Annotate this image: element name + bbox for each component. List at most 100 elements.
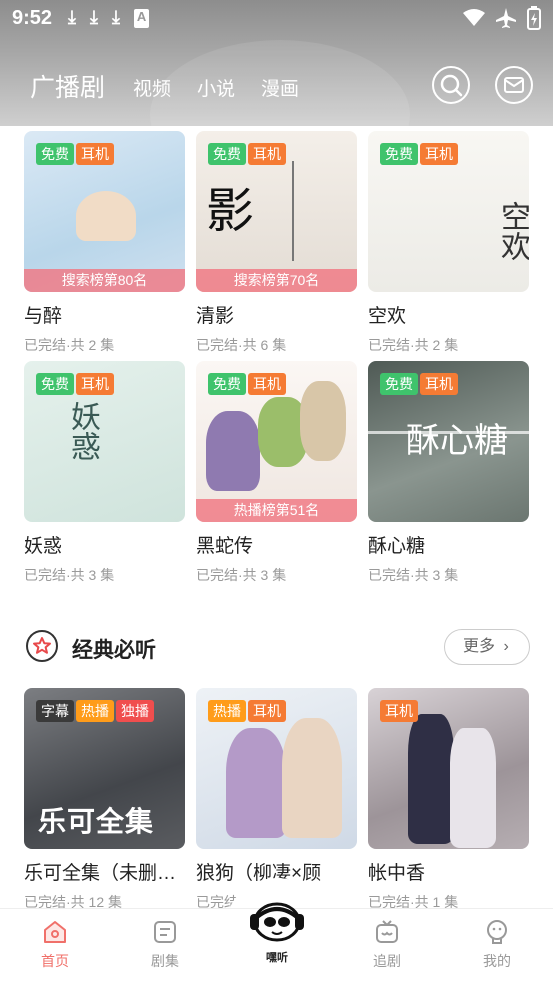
more-label: 更多 xyxy=(463,638,496,655)
section-classics: 经典必听 更多 › xyxy=(24,626,530,668)
tab-video[interactable]: 视频 xyxy=(133,74,171,101)
download-icon: ⤓ xyxy=(89,7,98,27)
tab-comic[interactable]: 漫画 xyxy=(261,74,299,101)
top-nav: 广播剧 视频 小说 漫画 xyxy=(0,60,553,114)
bottom-tab-label: 首页 xyxy=(41,953,69,969)
header: 9:52 ⤓ ⤓ ⤓ A 广播剧 视频 小说 漫画 xyxy=(0,0,553,126)
battery-icon xyxy=(527,6,541,30)
drama-status: 已完结·共 3 集 xyxy=(368,567,459,583)
drama-title: 乐可全集（未删减） xyxy=(24,863,185,884)
drama-cover[interactable]: 免费 耳机 搜索榜第80名 xyxy=(24,131,185,292)
tag-hot: 热播 xyxy=(76,700,114,722)
download-icon: ⤓ xyxy=(111,7,120,27)
drama-title: 与醉 xyxy=(24,306,63,327)
drama-status: 已完结·共 2 集 xyxy=(24,337,115,353)
tab-radio-drama[interactable]: 广播剧 xyxy=(30,68,105,104)
drama-card[interactable]: 免费 耳机 搜索榜第80名 与醉 已完结·共 2 集 xyxy=(24,131,185,355)
airplane-icon xyxy=(496,8,516,28)
center-mascot-button[interactable]: 嘿听 xyxy=(246,896,308,968)
wifi-icon xyxy=(463,9,485,26)
drama-cover[interactable]: 耳机 xyxy=(368,688,529,849)
drama-title: 帐中香 xyxy=(368,863,426,884)
drama-status: 已完结·共 6 集 xyxy=(196,337,287,353)
bottom-tab-label: 剧集 xyxy=(151,953,179,969)
drama-card[interactable]: 影 免费 耳机 搜索榜第70名 清影 已完结·共 6 集 xyxy=(196,131,357,355)
mascot-label: 嘿听 xyxy=(266,952,288,964)
message-button[interactable] xyxy=(495,66,533,104)
tag-headphone: 耳机 xyxy=(380,700,418,722)
drama-cover[interactable]: 影 免费 耳机 搜索榜第70名 xyxy=(196,131,357,292)
drama-card[interactable]: 妖惑 免费 耳机 妖惑 已完结·共 3 集 xyxy=(24,361,185,585)
drama-title: 清影 xyxy=(196,306,235,327)
bottom-tab-following[interactable]: 追剧 xyxy=(357,919,417,971)
drama-status: 已完结·共 3 集 xyxy=(24,567,115,583)
search-icon xyxy=(440,74,463,97)
drama-cover[interactable]: 酥心糖 免费 耳机 xyxy=(368,361,529,522)
bottom-tab-profile[interactable]: 我的 xyxy=(467,919,527,971)
character-illustration xyxy=(408,714,454,844)
drama-cover[interactable]: 热播 耳机 xyxy=(196,688,357,849)
drama-cover[interactable]: 妖惑 免费 耳机 xyxy=(24,361,185,522)
drama-cover[interactable]: 空欢 免费 耳机 xyxy=(368,131,529,292)
rank-badge: 热播榜第51名 xyxy=(196,499,357,522)
a-icon: A xyxy=(133,9,150,28)
calligraphy-art: 酥心糖 xyxy=(406,421,508,461)
search-button[interactable] xyxy=(432,66,470,104)
tag-free: 免费 xyxy=(208,143,246,165)
tag-headphone: 耳机 xyxy=(76,373,114,395)
tag-headphone: 耳机 xyxy=(420,143,458,165)
bottom-tab-home[interactable]: 首页 xyxy=(25,919,85,971)
profile-icon xyxy=(487,920,507,944)
rank-badge: 搜索榜第70名 xyxy=(196,269,357,292)
calligraphy-art: 空欢 xyxy=(495,201,529,261)
bottom-tab-episodes[interactable]: 剧集 xyxy=(135,919,195,971)
section-title: 经典必听 xyxy=(72,639,156,662)
tag-headphone: 耳机 xyxy=(248,373,286,395)
more-button[interactable]: 更多 › xyxy=(444,629,530,665)
cake-illustration xyxy=(76,191,136,241)
tag-exclusive: 独播 xyxy=(116,700,154,722)
character-illustration xyxy=(226,728,286,838)
character-illustration xyxy=(300,381,346,461)
list-icon xyxy=(154,921,176,943)
tag-free: 免费 xyxy=(380,373,418,395)
mail-icon xyxy=(504,77,524,93)
drama-card[interactable]: 免费 耳机 热播榜第51名 黑蛇传 已完结·共 3 集 xyxy=(196,361,357,585)
rank-badge: 搜索榜第80名 xyxy=(24,269,185,292)
cover-title: 乐可全集 xyxy=(38,806,155,837)
drama-card[interactable]: 耳机 帐中香 已完结·共 1 集 xyxy=(368,688,529,912)
drama-cover[interactable]: 免费 耳机 热播榜第51名 xyxy=(196,361,357,522)
character-illustration xyxy=(450,728,496,848)
bottom-tab-label: 追剧 xyxy=(373,953,401,969)
drama-title: 黑蛇传 xyxy=(196,536,254,557)
drama-title: 酥心糖 xyxy=(368,536,426,557)
mascot-headphone-icon xyxy=(250,902,304,942)
tag-free: 免费 xyxy=(36,143,74,165)
drama-title: 妖惑 xyxy=(24,536,63,557)
tag-free: 免费 xyxy=(208,373,246,395)
drama-cover[interactable]: 乐可全集 字幕 热播 独播 xyxy=(24,688,185,849)
chevron-right-icon: › xyxy=(503,638,509,655)
download-icon: ⤓ xyxy=(68,7,76,27)
status-time: 9:52 xyxy=(12,7,53,29)
drama-title: 空欢 xyxy=(368,306,407,327)
drama-card[interactable]: 空欢 免费 耳机 空欢 已完结·共 2 集 xyxy=(368,131,529,355)
tag-subtitle: 字幕 xyxy=(36,700,74,722)
tag-headphone: 耳机 xyxy=(248,700,286,722)
bottom-tab-label: 我的 xyxy=(483,953,511,969)
tag-headphone: 耳机 xyxy=(76,143,114,165)
tag-headphone: 耳机 xyxy=(420,373,458,395)
tag-free: 免费 xyxy=(36,373,74,395)
drama-status: 已完结·共 3 集 xyxy=(196,567,287,583)
home-icon xyxy=(44,921,66,943)
star-badge-icon xyxy=(26,630,58,662)
tag-headphone: 耳机 xyxy=(248,143,286,165)
drama-card[interactable]: 乐可全集 字幕 热播 独播 乐可全集（未删减） 已完结·共 12 集 xyxy=(24,688,185,912)
calligraphy-art: 妖惑 xyxy=(65,401,100,461)
divider xyxy=(292,161,294,261)
drama-card[interactable]: 酥心糖 免费 耳机 酥心糖 已完结·共 3 集 xyxy=(368,361,529,585)
tab-novel[interactable]: 小说 xyxy=(197,74,235,101)
tag-hot: 热播 xyxy=(208,700,246,722)
status-bar: 9:52 ⤓ ⤓ ⤓ A xyxy=(0,0,553,38)
tv-icon xyxy=(376,920,398,943)
